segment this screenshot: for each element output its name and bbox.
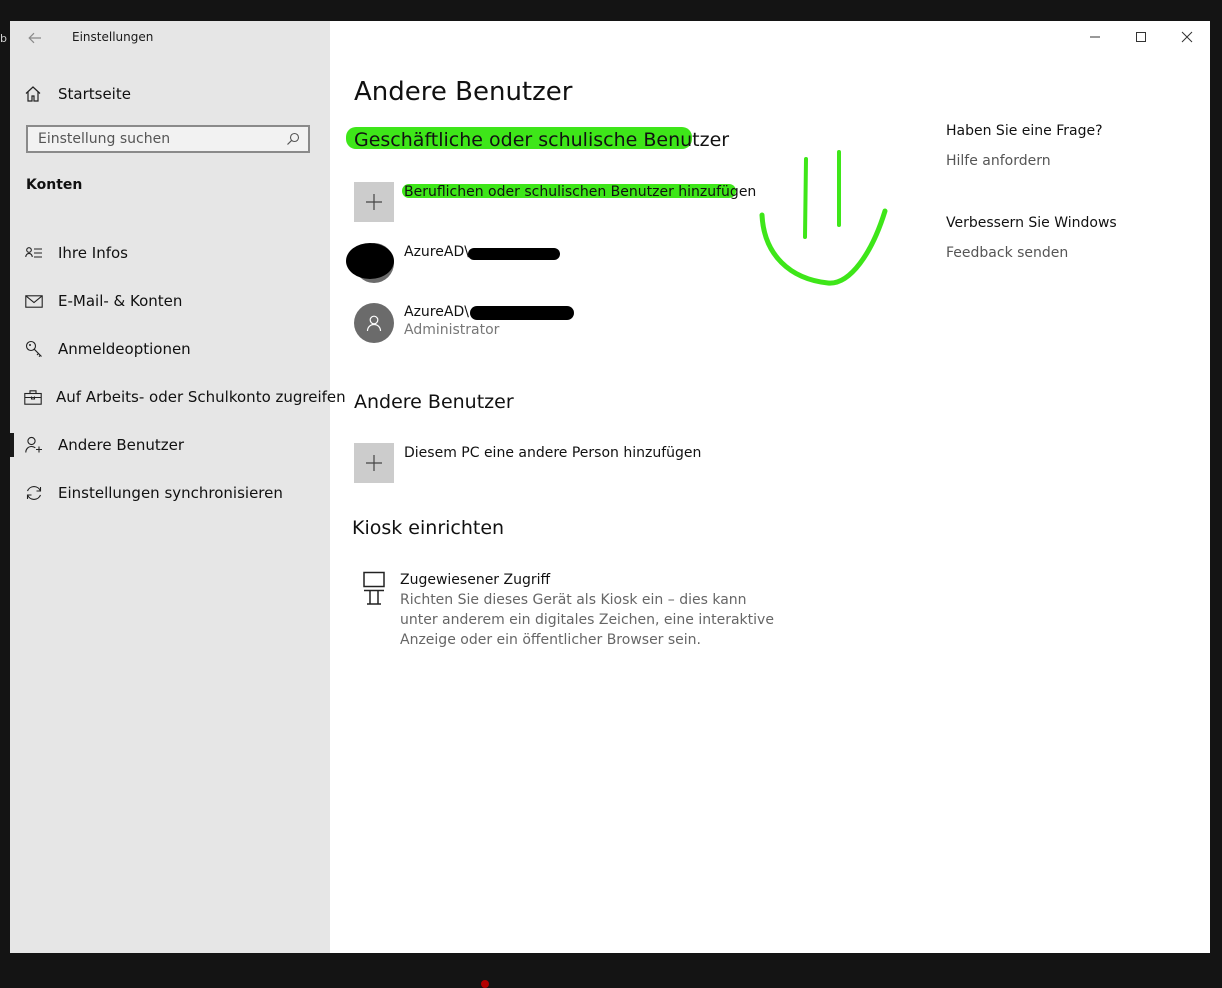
sidebar-item-your-info[interactable]: Ihre Infos [10,229,330,277]
assigned-access-item[interactable]: Zugewiesener Zugriff Richten Sie dieses … [354,571,780,650]
edge-character: b [0,32,7,45]
mail-icon [24,291,44,311]
section-title-accounts: Konten [26,177,83,193]
send-feedback-link[interactable]: Feedback senden [946,245,1186,261]
add-other-person-label: Diesem PC eine andere Person hinzufügen [404,445,702,461]
help-panel: Haben Sie eine Frage? Hilfe anfordern Ve… [946,123,1186,261]
key-icon [24,339,44,359]
sidebar-item-other-users[interactable]: Andere Benutzer [10,421,330,469]
sidebar-item-label: Andere Benutzer [58,436,185,454]
app-title: Einstellungen [72,30,154,44]
kiosk-text: Zugewiesener Zugriff Richten Sie dieses … [400,572,780,650]
sidebar-item-work-school-access[interactable]: Auf Arbeits- oder Schulkonto zugreifen [10,373,346,421]
sidebar-item-home[interactable]: Startseite [24,81,324,107]
plus-icon [366,455,382,471]
help-question-title: Haben Sie eine Frage? [946,123,1103,139]
user-role: Administrator [404,322,500,338]
home-icon [25,86,41,102]
sidebar-item-label: E-Mail- & Konten [58,292,183,310]
redaction-mark [468,248,560,260]
sidebar-item-label: Einstellungen synchronisieren [58,484,283,502]
sidebar-nav: Ihre Infos E-Mail- & Konten Anmeldeoptio… [10,229,346,517]
briefcase-icon [24,387,42,407]
page-title: Andere Benutzer [354,77,573,107]
sidebar-item-label: Auf Arbeits- oder Schulkonto zugreifen [56,388,346,406]
section-title-kiosk: Kiosk einrichten [352,517,505,539]
minimize-icon [1090,36,1100,38]
section-title-work-users: Geschäftliche oder schulische Benutzer [354,129,730,151]
plus-icon [366,194,382,210]
minimize-button[interactable] [1072,21,1118,53]
sidebar-item-label: Ihre Infos [58,244,128,262]
maximize-button[interactable] [1118,21,1164,53]
kiosk-item-title: Zugewiesener Zugriff [400,572,551,588]
sidebar: Einstellungen Startseite Konten [10,21,346,953]
user-text: AzureAD\ [404,244,469,260]
kiosk-item-description: Richten Sie dieses Gerät als Kiosk ein –… [400,592,774,648]
search-box [26,125,310,153]
smiley-doodle [759,150,888,286]
back-arrow-icon [28,32,41,44]
search-input[interactable] [28,127,288,151]
improve-windows-title: Verbessern Sie Windows [946,215,1117,231]
add-work-user-label: Beruflichen oder schulischen Benutzer hi… [404,184,757,200]
redaction-mark [346,243,394,279]
sidebar-item-sign-in-options[interactable]: Anmeldeoptionen [10,325,330,373]
plus-tile [354,182,394,222]
sidebar-home-label: Startseite [58,85,131,103]
close-icon [1181,31,1193,43]
window-controls [1072,21,1210,53]
main-content: Andere Benutzer Geschäftliche oder schul… [330,21,1210,953]
add-work-user-button[interactable]: Beruflichen oder schulischen Benutzer hi… [354,182,756,222]
get-help-link[interactable]: Hilfe anfordern [946,153,1186,169]
settings-window: Einstellungen Startseite Konten [10,21,1210,953]
avatar [354,303,394,343]
sidebar-item-label: Anmeldeoptionen [58,340,191,358]
search-icon[interactable] [286,132,300,146]
feedback-block: Verbessern Sie Windows Feedback senden [946,215,1186,261]
sidebar-item-email-accounts[interactable]: E-Mail- & Konten [10,277,330,325]
add-other-person-button[interactable]: Diesem PC eine andere Person hinzufügen [354,443,701,483]
sidebar-item-sync-settings[interactable]: Einstellungen synchronisieren [10,469,330,517]
close-button[interactable] [1164,21,1210,53]
plus-tile [354,443,394,483]
add-person-icon [24,435,44,455]
sync-icon [24,483,44,503]
back-button[interactable] [24,29,46,47]
section-title-other-users: Andere Benutzer [354,391,514,413]
title-bar: Einstellungen [10,21,330,53]
contact-card-icon [24,243,44,263]
kiosk-icon [354,571,394,611]
maximize-icon [1136,32,1146,42]
redaction-mark [470,306,574,320]
user-name: AzureAD\ [404,244,469,260]
person-icon [366,315,382,332]
